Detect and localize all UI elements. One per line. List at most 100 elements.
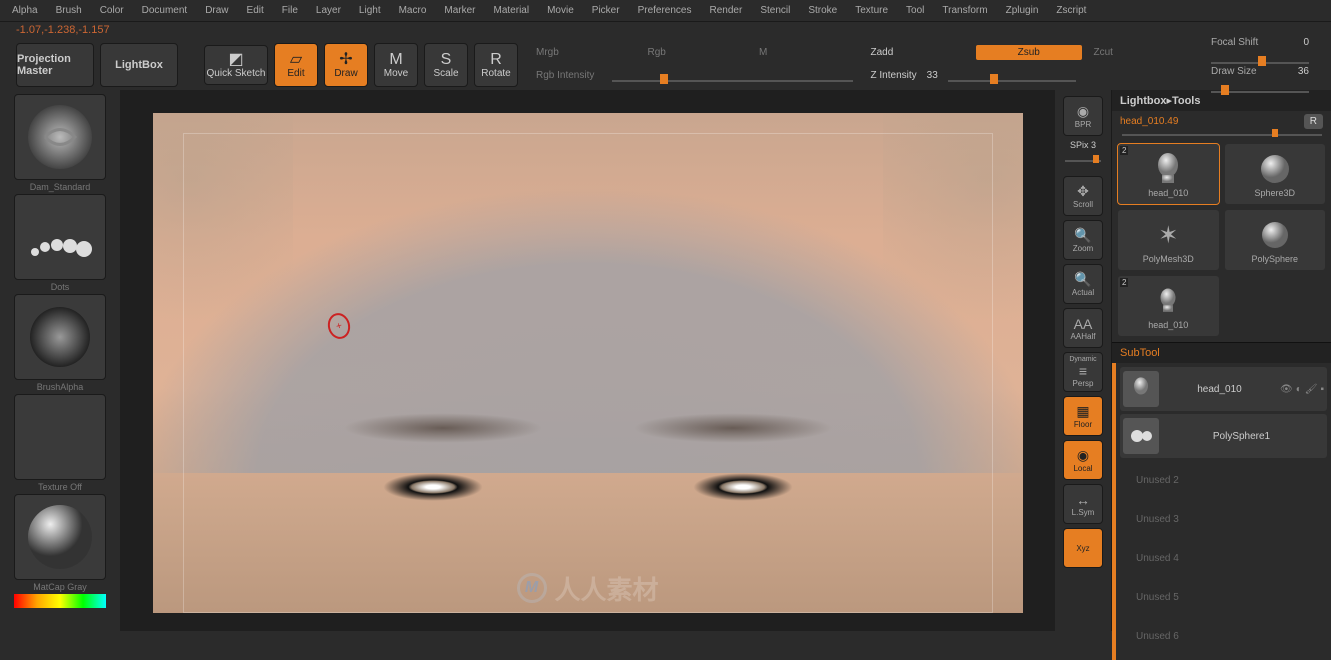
tool-item-polymesh[interactable]: ✶ PolyMesh3D [1118, 210, 1219, 270]
spix-slider[interactable] [1065, 154, 1101, 162]
subtool-item[interactable]: head_010 👁◐🖌▪ [1120, 367, 1327, 411]
lightbox-button[interactable]: LightBox [100, 43, 178, 87]
alpha-label: BrushAlpha [37, 382, 84, 392]
subtool-icons[interactable]: 👁◐🖌▪ [1280, 384, 1324, 395]
tool-item-sphere3d[interactable]: Sphere3D [1225, 144, 1326, 204]
menu-tool[interactable]: Tool [898, 2, 932, 19]
menu-texture[interactable]: Texture [847, 2, 896, 19]
tool-item-polysphere[interactable]: PolySphere [1225, 210, 1326, 270]
unused-slot: Unused 5 [1120, 578, 1327, 617]
alpha-swatch[interactable] [14, 294, 106, 380]
menu-alpha[interactable]: Alpha [4, 2, 46, 19]
draw-size-value: 36 [1298, 66, 1309, 77]
z-intensity-slider[interactable] [948, 68, 1076, 82]
eyebrow-left [343, 413, 543, 443]
menu-document[interactable]: Document [134, 2, 196, 19]
m-toggle[interactable]: M [753, 47, 859, 58]
menu-stencil[interactable]: Stencil [752, 2, 798, 19]
viewport[interactable]: M 人人素材 [153, 113, 1023, 613]
menu-stroke[interactable]: Stroke [800, 2, 845, 19]
subtool-item[interactable]: PolySphere1 [1120, 414, 1327, 458]
menu-file[interactable]: File [274, 2, 306, 19]
menu-transform[interactable]: Transform [934, 2, 995, 19]
mrgb-toggle[interactable]: Mrgb [530, 47, 636, 58]
scroll-button[interactable]: ✥Scroll [1063, 176, 1103, 216]
zoom-button[interactable]: 🔍Zoom [1063, 220, 1103, 260]
lsym-button[interactable]: ↔L.Sym [1063, 484, 1103, 524]
breadcrumb-tools[interactable]: Tools [1172, 95, 1201, 107]
bpr-button[interactable]: ◉BPR [1063, 96, 1103, 136]
moon-icon[interactable]: ◐ [1296, 384, 1302, 395]
menu-render[interactable]: Render [702, 2, 751, 19]
menu-edit[interactable]: Edit [239, 2, 272, 19]
menu-light[interactable]: Light [351, 2, 389, 19]
floor-button[interactable]: ▦Floor [1063, 396, 1103, 436]
r-button[interactable]: R [1304, 114, 1323, 129]
menu-preferences[interactable]: Preferences [630, 2, 700, 19]
focal-shift-slider[interactable] [1211, 50, 1309, 64]
actual-button[interactable]: 🔍Actual [1063, 264, 1103, 304]
subtool-list: head_010 👁◐🖌▪ PolySphere1 Unused 2 Unuse… [1112, 363, 1331, 660]
menu-marker[interactable]: Marker [436, 2, 483, 19]
brush-label: Dam_Standard [30, 182, 91, 192]
floor-label: Floor [1074, 420, 1092, 429]
rotate-label: Rotate [481, 68, 510, 79]
spix-value: 3 [1091, 140, 1096, 150]
tool-item-label: PolySphere [1251, 254, 1298, 264]
aahalf-label: AAHalf [1071, 332, 1096, 341]
rgb-intensity-slider[interactable] [612, 68, 852, 82]
tool-slider[interactable] [1122, 134, 1322, 136]
watermark-text: 人人素材 [554, 570, 658, 607]
menu-zplugin[interactable]: Zplugin [998, 2, 1047, 19]
xyz-button[interactable]: Xyz [1063, 528, 1103, 568]
brush-icon[interactable]: 🖌 [1305, 384, 1318, 395]
aahalf-icon: AA [1074, 316, 1093, 332]
eye-icon[interactable]: 👁 [1280, 384, 1293, 395]
menu-draw[interactable]: Draw [197, 2, 236, 19]
draw-size-slider[interactable] [1211, 79, 1309, 93]
stroke-swatch[interactable] [14, 194, 106, 280]
menu-macro[interactable]: Macro [391, 2, 435, 19]
zadd-toggle[interactable]: Zadd [865, 47, 971, 58]
menu-brush[interactable]: Brush [48, 2, 90, 19]
rotate-button[interactable]: R Rotate [474, 43, 518, 87]
quicksketch-button[interactable]: ◩ Quick Sketch [204, 45, 268, 85]
local-icon: ◉ [1077, 447, 1089, 464]
persp-button[interactable]: Dynamic≡Persp [1063, 352, 1103, 392]
menu-movie[interactable]: Movie [539, 2, 582, 19]
color-gradient[interactable] [14, 594, 106, 608]
edit-button[interactable]: ▱ Edit [274, 43, 318, 87]
canvas-area: M 人人素材 [120, 90, 1055, 631]
material-swatch[interactable] [14, 494, 106, 580]
projection-master-button[interactable]: Projection Master [16, 43, 94, 87]
subtool-name: PolySphere1 [1165, 431, 1318, 442]
texture-swatch[interactable] [14, 394, 106, 480]
menu-zscript[interactable]: Zscript [1048, 2, 1094, 19]
persp-label-top: Dynamic [1069, 356, 1096, 363]
draw-button[interactable]: ✢ Draw [324, 43, 368, 87]
brush-swatch[interactable] [14, 94, 106, 180]
rgb-toggle[interactable]: Rgb [642, 47, 748, 58]
tool-item-label: head_010 [1148, 320, 1188, 330]
spix-label: SPix [1070, 140, 1089, 150]
menu-picker[interactable]: Picker [584, 2, 628, 19]
subtool-header[interactable]: SubTool [1112, 342, 1331, 363]
tool-name: head_010.49 [1120, 116, 1178, 127]
zsub-toggle[interactable]: Zsub [976, 45, 1082, 60]
zoom-label: Zoom [1073, 244, 1093, 253]
move-button[interactable]: M Move [374, 43, 418, 87]
tool-item-head[interactable]: 2 head_010 [1118, 144, 1219, 204]
star-icon: ✶ [1148, 216, 1188, 254]
local-button[interactable]: ◉Local [1063, 440, 1103, 480]
zcut-toggle[interactable]: Zcut [1088, 47, 1194, 58]
left-palette: Dam_Standard Dots BrushAlpha Texture Off… [0, 90, 120, 631]
breadcrumb-lightbox[interactable]: Lightbox [1120, 95, 1166, 107]
menu-material[interactable]: Material [486, 2, 538, 19]
fill-icon[interactable]: ▪ [1320, 384, 1324, 395]
persp-icon: ≡ [1079, 363, 1087, 379]
menu-color[interactable]: Color [92, 2, 132, 19]
tool-item-head2[interactable]: 2 head_010 [1118, 276, 1219, 336]
scale-button[interactable]: S Scale [424, 43, 468, 87]
menu-layer[interactable]: Layer [308, 2, 349, 19]
aahalf-button[interactable]: AAAAHalf [1063, 308, 1103, 348]
